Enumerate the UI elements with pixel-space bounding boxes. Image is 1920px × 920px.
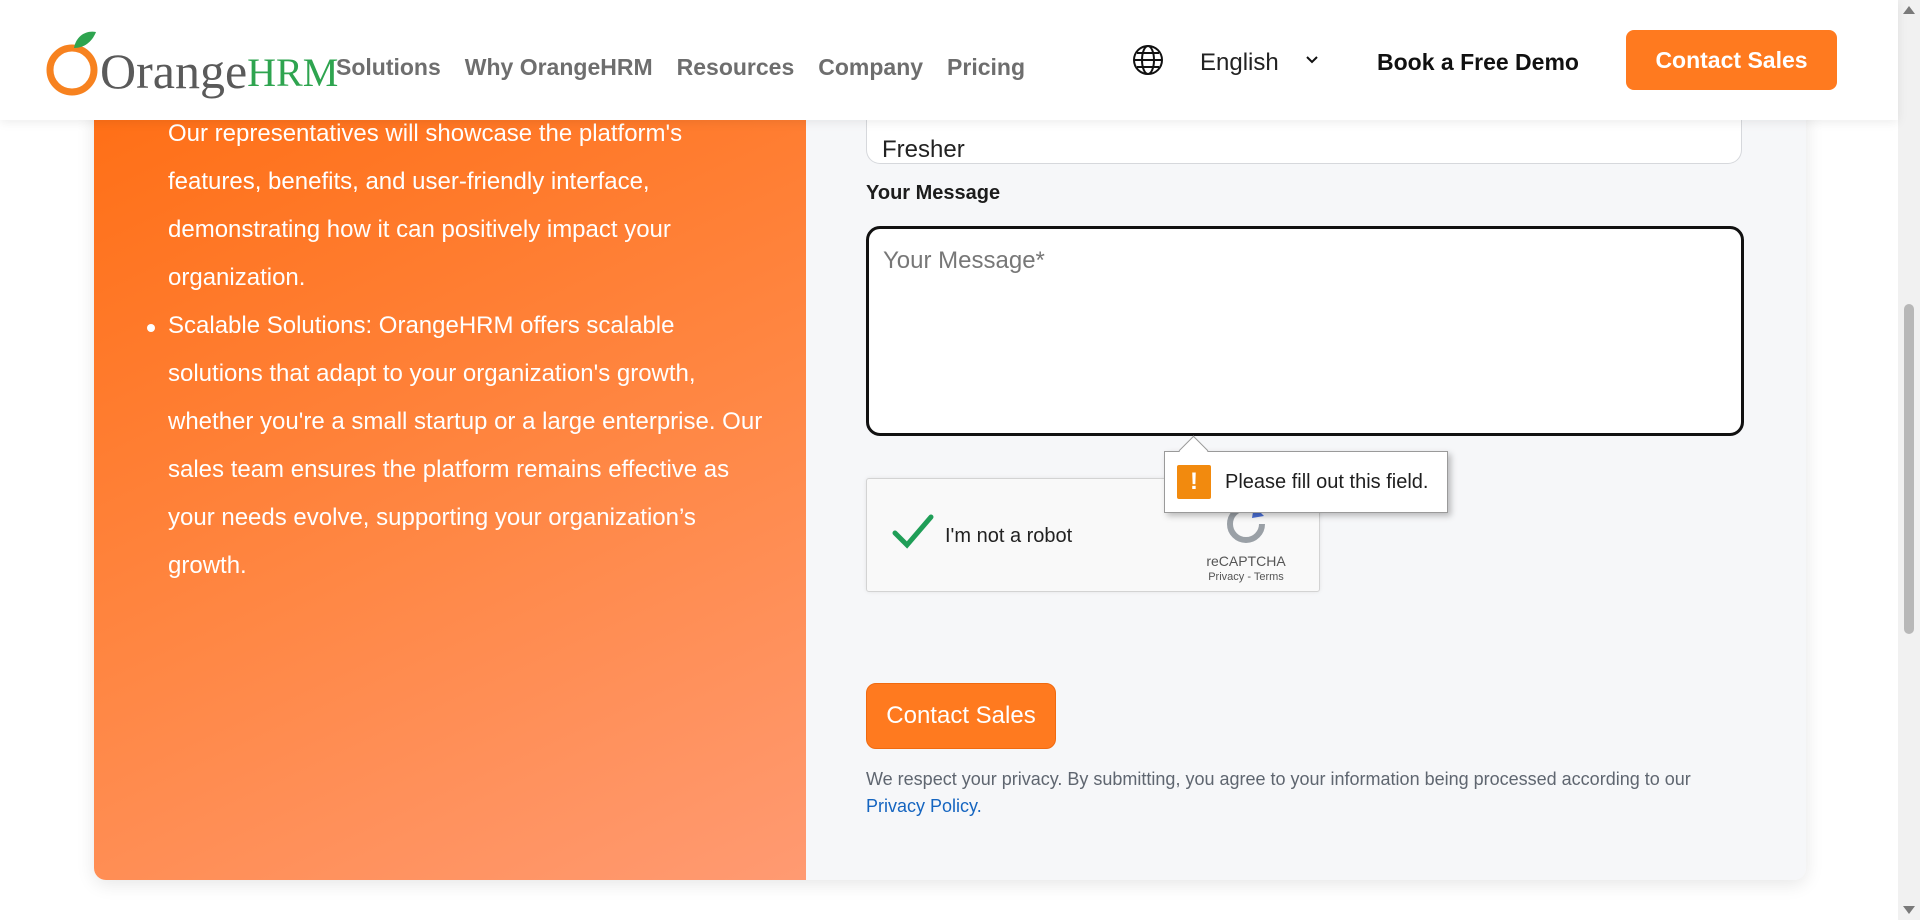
message-label: Your Message <box>866 182 1001 204</box>
warning-icon: ! <box>1177 465 1211 499</box>
benefits-list: Our representatives will showcase the pl… <box>94 110 768 590</box>
orangehrm-logo[interactable]: Orange HRM <box>44 26 338 96</box>
recaptcha-label: I'm not a robot <box>945 525 1073 547</box>
recaptcha-terms-link[interactable]: Terms <box>1254 571 1284 583</box>
recaptcha-brand-name: reCAPTCHA <box>1206 553 1286 569</box>
header-contact-sales-button[interactable]: Contact Sales <box>1626 30 1837 90</box>
checkmark-icon[interactable] <box>891 509 935 553</box>
nav-why-orangehrm[interactable]: Why OrangeHRM <box>465 54 653 81</box>
message-textarea[interactable] <box>866 226 1744 436</box>
nav-resources[interactable]: Resources <box>677 54 795 81</box>
orange-logo-icon <box>46 31 98 96</box>
scalable-solutions-item: Scalable Solutions: OrangeHRM offers sca… <box>147 302 768 590</box>
recaptcha-brand: reCAPTCHA Privacy - Terms <box>1191 502 1301 583</box>
logo-text-hrm: HRM <box>247 50 339 95</box>
scroll-up-arrow-icon[interactable] <box>1903 6 1915 14</box>
chevron-down-icon[interactable] <box>1304 52 1320 68</box>
info-panel: Our representatives will showcase the pl… <box>94 60 806 880</box>
logo-text-orange: Orange <box>100 43 248 99</box>
globe-icon[interactable] <box>1132 44 1164 76</box>
site-header: Orange HRM Solutions Why OrangeHRM Resou… <box>0 0 1898 120</box>
page-scrollbar[interactable] <box>1898 0 1920 920</box>
nav-solutions[interactable]: Solutions <box>336 54 441 81</box>
nav-company[interactable]: Company <box>818 54 923 81</box>
contact-card: Our representatives will showcase the pl… <box>94 60 1806 880</box>
recaptcha-links: Privacy - Terms <box>1191 571 1301 583</box>
book-demo-link[interactable]: Book a Free Demo <box>1377 49 1579 76</box>
validation-tooltip: ! Please fill out this field. <box>1164 451 1448 513</box>
privacy-policy-link[interactable]: Privacy Policy. <box>866 796 982 816</box>
scroll-down-arrow-icon[interactable] <box>1903 906 1915 914</box>
recaptcha-privacy-link[interactable]: Privacy <box>1208 571 1244 583</box>
showcase-paragraph: Our representatives will showcase the pl… <box>168 120 683 291</box>
privacy-text: We respect your privacy. By submitting, … <box>866 769 1691 789</box>
main-nav: Solutions Why OrangeHRM Resources Compan… <box>336 54 1025 81</box>
nav-pricing[interactable]: Pricing <box>947 54 1025 81</box>
contact-sales-submit-button[interactable]: Contact Sales <box>866 683 1056 749</box>
privacy-notice: We respect your privacy. By submitting, … <box>866 766 1746 820</box>
form-panel: Fresher Your Message I'm not a robot reC… <box>806 60 1806 880</box>
scrollbar-thumb[interactable] <box>1904 304 1914 634</box>
recaptcha-link-separator: - <box>1244 571 1254 583</box>
language-select[interactable]: English <box>1200 49 1279 77</box>
tooltip-text: Please fill out this field. <box>1225 470 1429 493</box>
